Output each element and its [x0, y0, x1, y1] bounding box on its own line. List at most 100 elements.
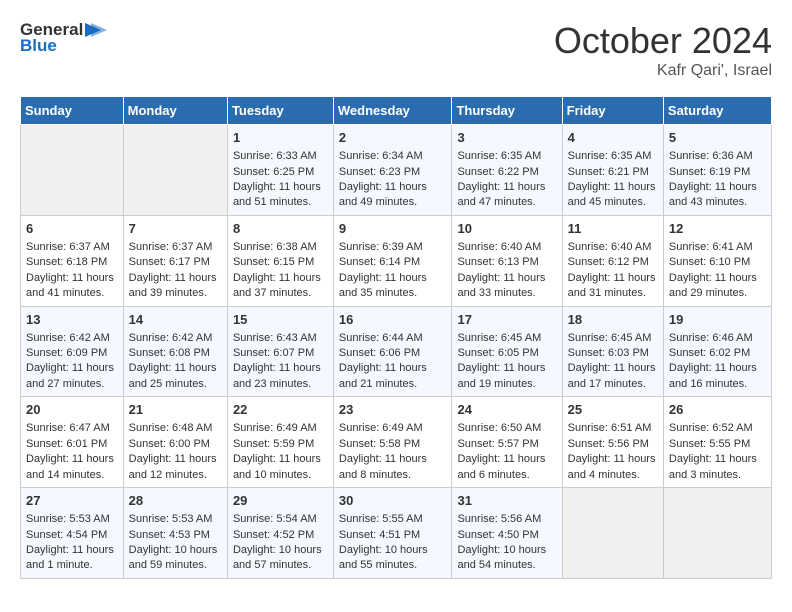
sunrise-text: Sunrise: 5:53 AM [129, 513, 213, 525]
page-header: General Blue October 2024 Kafr Qari', Is… [20, 20, 772, 80]
calendar-cell: 21 Sunrise: 6:48 AM Sunset: 6:00 PM Dayl… [123, 397, 227, 488]
weekday-header-friday: Friday [562, 97, 663, 125]
daylight-text: Daylight: 11 hours and 21 minutes. [339, 362, 427, 389]
daylight-text: Daylight: 11 hours and 6 minutes. [457, 453, 545, 480]
calendar-cell: 22 Sunrise: 6:49 AM Sunset: 5:59 PM Dayl… [227, 397, 333, 488]
sunset-text: Sunset: 6:08 PM [129, 347, 210, 359]
sunrise-text: Sunrise: 6:46 AM [669, 332, 753, 344]
daylight-text: Daylight: 11 hours and 3 minutes. [669, 453, 757, 480]
logo: General Blue [20, 20, 107, 56]
calendar-cell: 16 Sunrise: 6:44 AM Sunset: 6:06 PM Dayl… [333, 306, 452, 397]
sunrise-text: Sunrise: 6:33 AM [233, 150, 317, 162]
calendar-cell: 3 Sunrise: 6:35 AM Sunset: 6:22 PM Dayli… [452, 125, 562, 216]
calendar-cell: 6 Sunrise: 6:37 AM Sunset: 6:18 PM Dayli… [21, 215, 124, 306]
sunrise-text: Sunrise: 5:53 AM [26, 513, 110, 525]
day-number: 19 [669, 311, 766, 329]
calendar-table: SundayMondayTuesdayWednesdayThursdayFrid… [20, 96, 772, 579]
sunrise-text: Sunrise: 6:44 AM [339, 332, 423, 344]
day-number: 30 [339, 492, 447, 510]
sunrise-text: Sunrise: 6:42 AM [26, 332, 110, 344]
daylight-text: Daylight: 11 hours and 8 minutes. [339, 453, 427, 480]
day-number: 14 [129, 311, 222, 329]
calendar-cell: 30 Sunrise: 5:55 AM Sunset: 4:51 PM Dayl… [333, 488, 452, 579]
day-number: 31 [457, 492, 556, 510]
calendar-cell [663, 488, 771, 579]
sunset-text: Sunset: 6:19 PM [669, 166, 750, 178]
sunset-text: Sunset: 6:14 PM [339, 256, 420, 268]
day-number: 23 [339, 401, 447, 419]
day-number: 8 [233, 220, 328, 238]
calendar-cell: 4 Sunrise: 6:35 AM Sunset: 6:21 PM Dayli… [562, 125, 663, 216]
sunset-text: Sunset: 6:02 PM [669, 347, 750, 359]
daylight-text: Daylight: 11 hours and 23 minutes. [233, 362, 321, 389]
sunrise-text: Sunrise: 6:40 AM [568, 241, 652, 253]
daylight-text: Daylight: 11 hours and 12 minutes. [129, 453, 217, 480]
day-number: 29 [233, 492, 328, 510]
sunset-text: Sunset: 6:18 PM [26, 256, 107, 268]
calendar-cell: 28 Sunrise: 5:53 AM Sunset: 4:53 PM Dayl… [123, 488, 227, 579]
day-number: 26 [669, 401, 766, 419]
sunset-text: Sunset: 4:53 PM [129, 529, 210, 541]
daylight-text: Daylight: 11 hours and 16 minutes. [669, 362, 757, 389]
daylight-text: Daylight: 11 hours and 43 minutes. [669, 181, 757, 208]
calendar-cell: 11 Sunrise: 6:40 AM Sunset: 6:12 PM Dayl… [562, 215, 663, 306]
week-row-4: 20 Sunrise: 6:47 AM Sunset: 6:01 PM Dayl… [21, 397, 772, 488]
calendar-cell [123, 125, 227, 216]
daylight-text: Daylight: 10 hours and 54 minutes. [457, 544, 546, 571]
sunrise-text: Sunrise: 6:51 AM [568, 422, 652, 434]
sunset-text: Sunset: 6:15 PM [233, 256, 314, 268]
calendar-cell: 25 Sunrise: 6:51 AM Sunset: 5:56 PM Dayl… [562, 397, 663, 488]
daylight-text: Daylight: 11 hours and 4 minutes. [568, 453, 656, 480]
calendar-cell: 9 Sunrise: 6:39 AM Sunset: 6:14 PM Dayli… [333, 215, 452, 306]
sunrise-text: Sunrise: 6:35 AM [568, 150, 652, 162]
calendar-cell: 29 Sunrise: 5:54 AM Sunset: 4:52 PM Dayl… [227, 488, 333, 579]
sunrise-text: Sunrise: 6:35 AM [457, 150, 541, 162]
daylight-text: Daylight: 11 hours and 45 minutes. [568, 181, 656, 208]
day-number: 12 [669, 220, 766, 238]
sunrise-text: Sunrise: 6:36 AM [669, 150, 753, 162]
calendar-cell: 17 Sunrise: 6:45 AM Sunset: 6:05 PM Dayl… [452, 306, 562, 397]
day-number: 24 [457, 401, 556, 419]
day-number: 3 [457, 129, 556, 147]
sunrise-text: Sunrise: 6:42 AM [129, 332, 213, 344]
sunset-text: Sunset: 6:21 PM [568, 166, 649, 178]
daylight-text: Daylight: 11 hours and 14 minutes. [26, 453, 114, 480]
sunrise-text: Sunrise: 6:41 AM [669, 241, 753, 253]
day-number: 18 [568, 311, 658, 329]
sunset-text: Sunset: 4:54 PM [26, 529, 107, 541]
sunrise-text: Sunrise: 6:39 AM [339, 241, 423, 253]
sunrise-text: Sunrise: 5:54 AM [233, 513, 317, 525]
day-number: 6 [26, 220, 118, 238]
sunrise-text: Sunrise: 6:52 AM [669, 422, 753, 434]
sunset-text: Sunset: 6:17 PM [129, 256, 210, 268]
daylight-text: Daylight: 11 hours and 31 minutes. [568, 272, 656, 299]
calendar-cell: 14 Sunrise: 6:42 AM Sunset: 6:08 PM Dayl… [123, 306, 227, 397]
day-number: 4 [568, 129, 658, 147]
day-number: 16 [339, 311, 447, 329]
calendar-cell: 2 Sunrise: 6:34 AM Sunset: 6:23 PM Dayli… [333, 125, 452, 216]
day-number: 2 [339, 129, 447, 147]
day-number: 5 [669, 129, 766, 147]
day-number: 13 [26, 311, 118, 329]
daylight-text: Daylight: 11 hours and 41 minutes. [26, 272, 114, 299]
sunset-text: Sunset: 6:10 PM [669, 256, 750, 268]
daylight-text: Daylight: 11 hours and 39 minutes. [129, 272, 217, 299]
calendar-cell: 18 Sunrise: 6:45 AM Sunset: 6:03 PM Dayl… [562, 306, 663, 397]
month-year-title: October 2024 [554, 20, 772, 62]
daylight-text: Daylight: 11 hours and 47 minutes. [457, 181, 545, 208]
logo-arrow-icon [85, 21, 107, 39]
day-number: 1 [233, 129, 328, 147]
sunrise-text: Sunrise: 6:40 AM [457, 241, 541, 253]
sunrise-text: Sunrise: 6:38 AM [233, 241, 317, 253]
daylight-text: Daylight: 10 hours and 57 minutes. [233, 544, 322, 571]
sunset-text: Sunset: 5:55 PM [669, 438, 750, 450]
calendar-cell: 13 Sunrise: 6:42 AM Sunset: 6:09 PM Dayl… [21, 306, 124, 397]
weekday-header-thursday: Thursday [452, 97, 562, 125]
weekday-header-sunday: Sunday [21, 97, 124, 125]
daylight-text: Daylight: 11 hours and 1 minute. [26, 544, 114, 571]
sunrise-text: Sunrise: 6:49 AM [233, 422, 317, 434]
daylight-text: Daylight: 11 hours and 27 minutes. [26, 362, 114, 389]
day-number: 11 [568, 220, 658, 238]
sunset-text: Sunset: 6:05 PM [457, 347, 538, 359]
sunrise-text: Sunrise: 6:45 AM [457, 332, 541, 344]
